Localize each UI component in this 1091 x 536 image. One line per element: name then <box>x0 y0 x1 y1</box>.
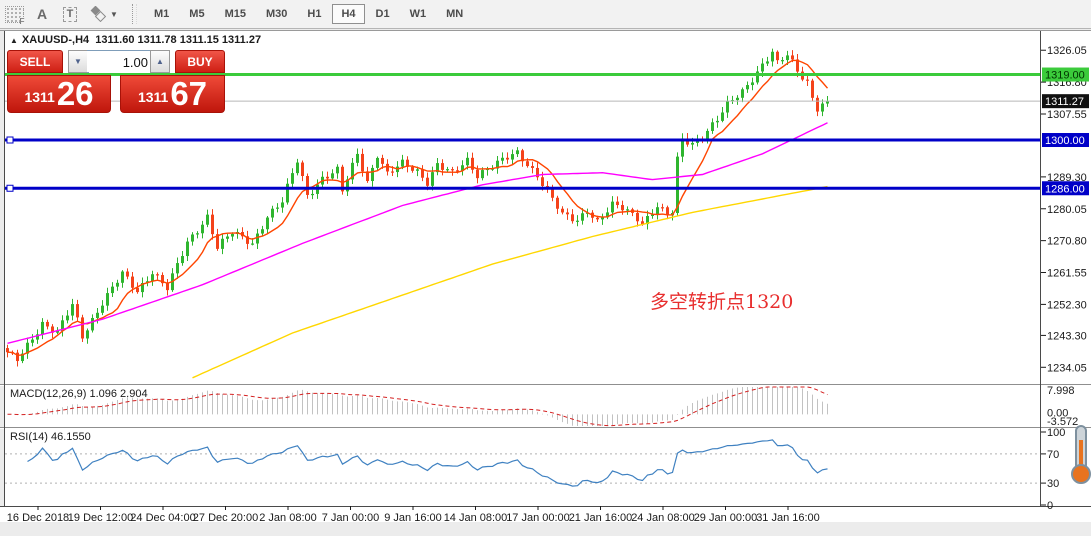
volume-box <box>87 50 150 73</box>
time-axis-label: 27 Dec 20:00 <box>193 512 258 524</box>
volume-input[interactable] <box>89 52 150 73</box>
time-axis-label: 24 Dec 04:00 <box>130 512 195 524</box>
chart-annotation-text: 多空转折点1320 <box>650 291 794 313</box>
label-tool-icon[interactable]: A <box>30 3 54 25</box>
time-axis-label: 14 Jan 08:00 <box>444 512 508 524</box>
rsi-axis-label: 30 <box>1047 478 1059 490</box>
macd-axis-label: 7.998 <box>1047 385 1075 397</box>
one-click-trade-panel: SELL ▼ ▲ BUY 1311 26 1311 67 <box>7 50 225 113</box>
symbols-grid-icon[interactable]: F <box>2 3 26 26</box>
buy-price-big-figure: 1311 <box>137 89 169 105</box>
price-badge-value: 1286.00 <box>1045 183 1085 195</box>
time-axis-label: 7 Jan 00:00 <box>322 512 380 524</box>
timeframe-button-m15[interactable]: M15 <box>216 4 255 24</box>
price-axis-label: 1252.30 <box>1047 299 1087 311</box>
rsi-axis-label: 100 <box>1047 427 1065 439</box>
sell-quote-button[interactable]: 1311 26 <box>7 75 111 113</box>
thermometer-icon <box>1071 425 1091 484</box>
symbol-name: XAUUSD-,H4 <box>21 34 90 46</box>
rsi-line <box>27 439 828 487</box>
hline-handle[interactable] <box>6 184 14 192</box>
text-tool-icon[interactable]: T <box>58 3 82 25</box>
timeframe-button-m1[interactable]: M1 <box>145 4 178 24</box>
hline-handle[interactable] <box>6 136 14 144</box>
macd-indicator-label: MACD(12,26,9) 1.096 2.904 <box>10 388 148 400</box>
toolbar: F A T ▼ M1 M5 M15 M30 H1 H4 D1 W1 MN <box>0 0 1091 29</box>
price-axis-label: 1261.55 <box>1047 268 1087 280</box>
collapse-triangle-icon[interactable]: ▲ <box>10 36 18 45</box>
time-axis-label: 29 Jan 00:00 <box>694 512 758 524</box>
timeframe-buttons: M1 M5 M15 M30 H1 H4 D1 W1 MN <box>144 4 473 24</box>
price-axis-label: 1234.05 <box>1047 362 1087 374</box>
price-badge-value: 1311.27 <box>1045 96 1084 108</box>
time-axis-label: 9 Jan 16:00 <box>384 512 442 524</box>
shapes-tool-icon[interactable]: ▼ <box>86 3 120 25</box>
timeframe-button-m5[interactable]: M5 <box>180 4 213 24</box>
shapes-icon-glyph <box>90 6 107 22</box>
chevron-down-icon: ▼ <box>110 9 118 19</box>
volume-increase-button[interactable]: ▲ <box>150 50 170 73</box>
timeframe-button-d1[interactable]: D1 <box>367 4 399 24</box>
timeframe-button-h1[interactable]: H1 <box>298 4 330 24</box>
sell-price-pips: 26 <box>56 75 94 112</box>
price-badge-value: 1300.00 <box>1045 135 1085 147</box>
time-axis-label: 24 Jan 08:00 <box>631 512 695 524</box>
symbol-header: ▲ XAUUSD-,H4 1311.60 1311.78 1311.15 1311… <box>10 34 261 46</box>
toolbar-separator <box>132 4 137 24</box>
time-axis-label: 2 Jan 08:00 <box>259 512 317 524</box>
price-badge-value: 1319.00 <box>1045 70 1085 82</box>
sell-button[interactable]: SELL <box>7 50 63 73</box>
buy-price-pips: 67 <box>170 75 208 112</box>
time-axis-label: 19 Dec 12:00 <box>68 512 133 524</box>
time-axis-label: 16 Dec 2018 <box>7 512 69 524</box>
timeframe-button-m30[interactable]: M30 <box>257 4 296 24</box>
price-axis-label: 1280.05 <box>1047 204 1087 216</box>
mt4-window: F A T ▼ M1 M5 M15 M30 H1 H4 D1 W1 MN ▲ XAUUSD-,H4… <box>0 0 1091 536</box>
rsi-axis-label: 70 <box>1047 449 1059 461</box>
sell-price-big-figure: 1311 <box>24 89 55 105</box>
rsi-axis-label: 0 <box>1047 500 1053 512</box>
price-axis-label: 1270.80 <box>1047 236 1087 248</box>
buy-quote-button[interactable]: 1311 67 <box>120 75 225 113</box>
time-axis-label: 21 Jan 16:00 <box>569 512 633 524</box>
volume-decrease-button[interactable]: ▼ <box>68 50 88 73</box>
timeframe-button-h4[interactable]: H4 <box>332 4 365 24</box>
time-axis-label: 31 Jan 16:00 <box>756 512 820 524</box>
price-axis-label: 1326.05 <box>1047 45 1087 57</box>
price-axis-label: 1307.55 <box>1047 109 1087 121</box>
buy-button[interactable]: BUY <box>175 50 225 73</box>
trade-panel-top-row: SELL ▼ ▲ BUY <box>7 50 225 73</box>
timeframe-button-w1[interactable]: W1 <box>401 4 436 24</box>
timeframe-button-mn[interactable]: MN <box>437 4 472 24</box>
rsi-indicator-label: RSI(14) 46.1550 <box>10 431 91 443</box>
price-axis-label: 1243.30 <box>1047 330 1087 342</box>
symbol-quote: 1311.60 1311.78 1311.15 1311.27 <box>95 34 262 46</box>
time-axis-label: 17 Jan 00:00 <box>506 512 570 524</box>
